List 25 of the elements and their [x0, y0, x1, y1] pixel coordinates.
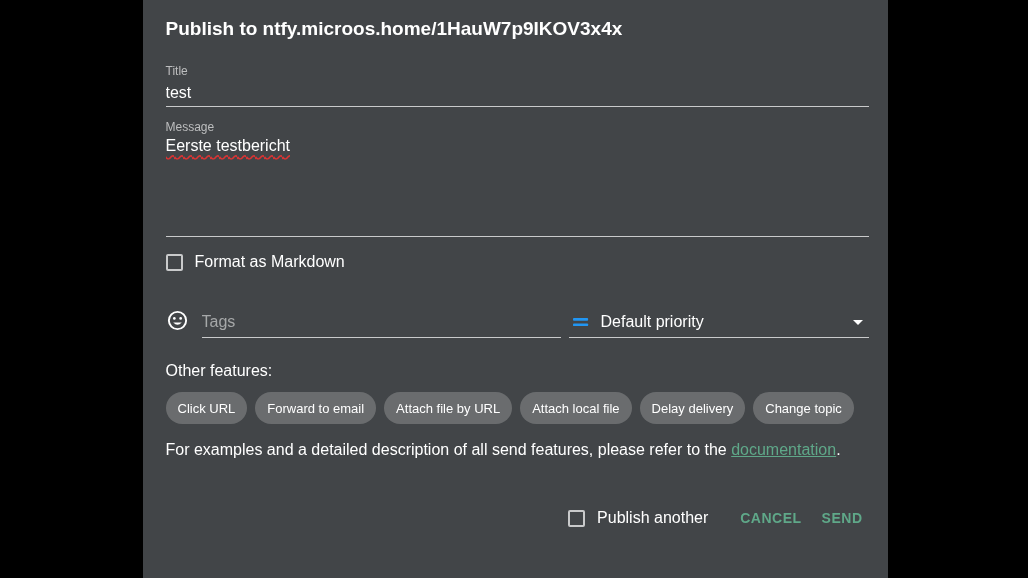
feature-chip[interactable]: Attach file by URL — [384, 392, 513, 424]
publish-another-label: Publish another — [597, 509, 709, 527]
feature-chip[interactable]: Delay delivery — [639, 392, 746, 424]
feature-chip[interactable]: Forward to email — [255, 392, 377, 424]
markdown-label: Format as Markdown — [194, 253, 345, 271]
tags-field[interactable]: Tags — [201, 313, 561, 338]
help-text: For examples and a detailed description of all send features, please refer to the documentation. — [165, 441, 842, 459]
feature-chip[interactable]: Change topic — [753, 392, 854, 424]
other-features-label: Other features: — [165, 362, 274, 380]
dialog-button[interactable]: CANCEL — [734, 504, 808, 532]
documentation-link[interactable]: documentation — [731, 441, 837, 458]
priority-icon — [572, 316, 589, 328]
title-field[interactable]: test — [165, 80, 869, 107]
publish-another-checkbox[interactable] — [568, 509, 586, 527]
field-label: Title — [165, 64, 189, 78]
feature-chip[interactable]: Attach local file — [520, 392, 632, 424]
markdown-checkbox[interactable] — [165, 253, 183, 271]
message-field[interactable]: Eerste testbericht — [165, 136, 869, 237]
feature-chip[interactable]: Click URL — [165, 392, 248, 424]
emoji-icon[interactable] — [165, 309, 189, 332]
priority-select[interactable]: Default priority — [568, 313, 869, 338]
dialog-title: Publish to ntfy.microos.home/1HauW7p9IKOV3x4x — [165, 17, 624, 41]
field-label: Message — [165, 120, 216, 134]
dialog-button[interactable]: SEND — [815, 504, 869, 532]
caret-icon — [852, 319, 863, 325]
